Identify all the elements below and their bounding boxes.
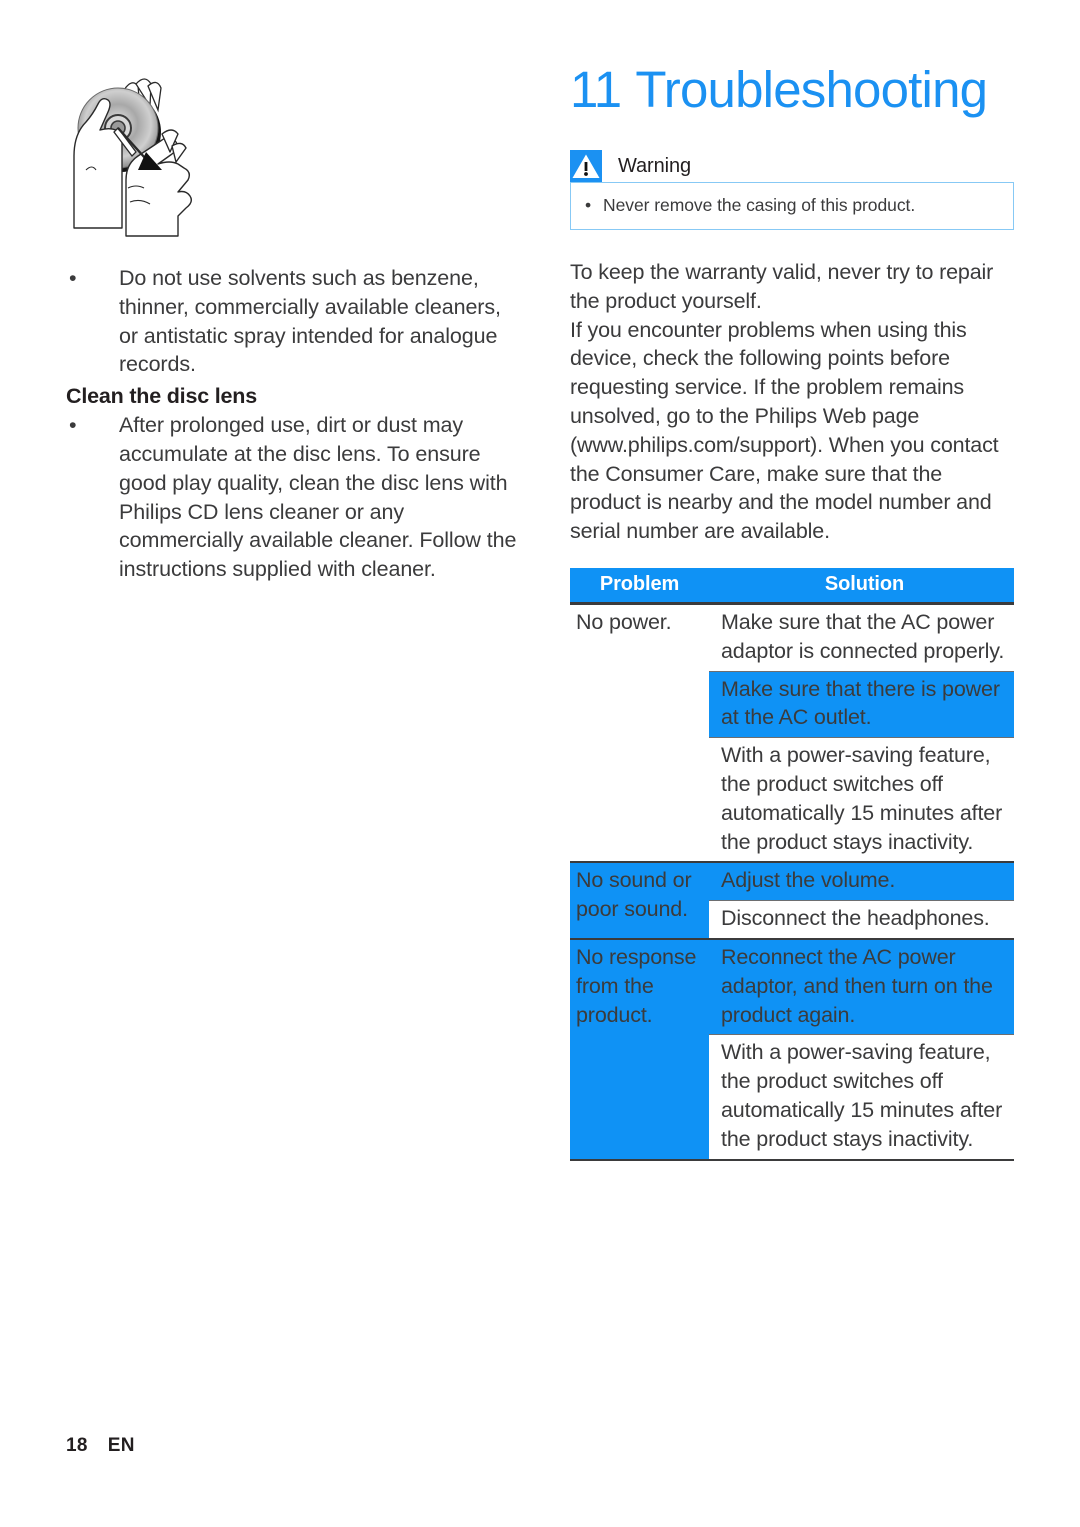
page-footer: 18 EN <box>66 1434 135 1458</box>
list-item-text: After prolonged use, dirt or dust may ac… <box>119 413 517 582</box>
list-item-text: Do not use solvents such as benzene, thi… <box>119 266 501 377</box>
section-subheading: Clean the disc lens <box>66 384 257 409</box>
column-header-solution: Solution <box>709 567 1014 605</box>
warning-note: Warning • Never remove the casing of thi… <box>570 150 1014 230</box>
warning-note-header: Warning <box>570 150 1014 182</box>
warning-note-item: • Never remove the casing of this produc… <box>571 193 1013 217</box>
manual-page: • Do not use solvents such as benzene, t… <box>0 0 1080 1527</box>
troubleshooting-table: Problem Solution No power. Make sure tha… <box>570 567 1014 1161</box>
chapter-title-text: Troubleshooting <box>635 61 988 118</box>
bullet-icon: • <box>69 266 77 290</box>
solution-item: Reconnect the AC power adaptor, and then… <box>709 939 1014 1036</box>
left-column: • Do not use solvents such as benzene, t… <box>66 60 521 584</box>
column-header-problem: Problem <box>570 567 709 605</box>
problem-cell: No sound or poor sound. <box>570 862 709 940</box>
table-row: No sound or poor sound. Adjust the volum… <box>570 862 1014 940</box>
page-number: 18 <box>66 1435 88 1456</box>
problem-cell: No power. <box>570 603 709 864</box>
hands-cleaning-disc-illustration <box>66 60 216 240</box>
bullet-icon: • <box>585 195 592 215</box>
table-body: No power. Make sure that the AC power ad… <box>570 603 1014 1161</box>
solution-cell: Adjust the volume. Disconnect the headph… <box>709 862 1014 940</box>
warning-note-box: • Never remove the casing of this produc… <box>570 182 1014 230</box>
page-language: EN <box>107 1435 135 1456</box>
list-item: • After prolonged use, dirt or dust may … <box>66 411 521 584</box>
table-head: Problem Solution <box>570 567 1014 605</box>
table-header-row: Problem Solution <box>570 567 1014 605</box>
intro-paragraph: To keep the warranty valid, never try to… <box>570 260 994 313</box>
intro-text: To keep the warranty valid, never try to… <box>570 258 1014 546</box>
solution-item: Disconnect the headphones. <box>721 906 990 931</box>
solution-cell: Reconnect the AC power adaptor, and then… <box>709 938 1014 1161</box>
solution-item: With a power-saving feature, the product… <box>721 743 1003 854</box>
solution-item: Make sure that there is power at the AC … <box>709 671 1014 739</box>
warning-note-title: Warning <box>618 155 692 177</box>
table-row: No power. Make sure that the AC power ad… <box>570 603 1014 864</box>
list-item: • Do not use solvents such as benzene, t… <box>66 264 521 379</box>
page-title: 11 Troubleshooting <box>570 62 1014 118</box>
problem-cell: No response from the product. <box>570 938 709 1161</box>
warning-triangle-icon <box>570 150 602 182</box>
right-column: 11Troubleshooting Warning • Never remov <box>570 62 1014 1161</box>
bullet-icon: • <box>69 413 77 438</box>
chapter-number: 11 <box>570 61 622 118</box>
solution-cell: Make sure that the AC power adaptor is c… <box>709 603 1014 864</box>
warning-note-item-text: Never remove the casing of this product. <box>603 195 916 215</box>
solution-item: Make sure that the AC power adaptor is c… <box>709 605 1014 672</box>
intro-paragraph: If you encounter problems when using thi… <box>570 317 999 544</box>
table-row: No response from the product. Reconnect … <box>570 938 1014 1161</box>
solution-item: With a power-saving feature, the product… <box>721 1040 1003 1151</box>
solution-item: Adjust the volume. <box>709 863 1014 902</box>
